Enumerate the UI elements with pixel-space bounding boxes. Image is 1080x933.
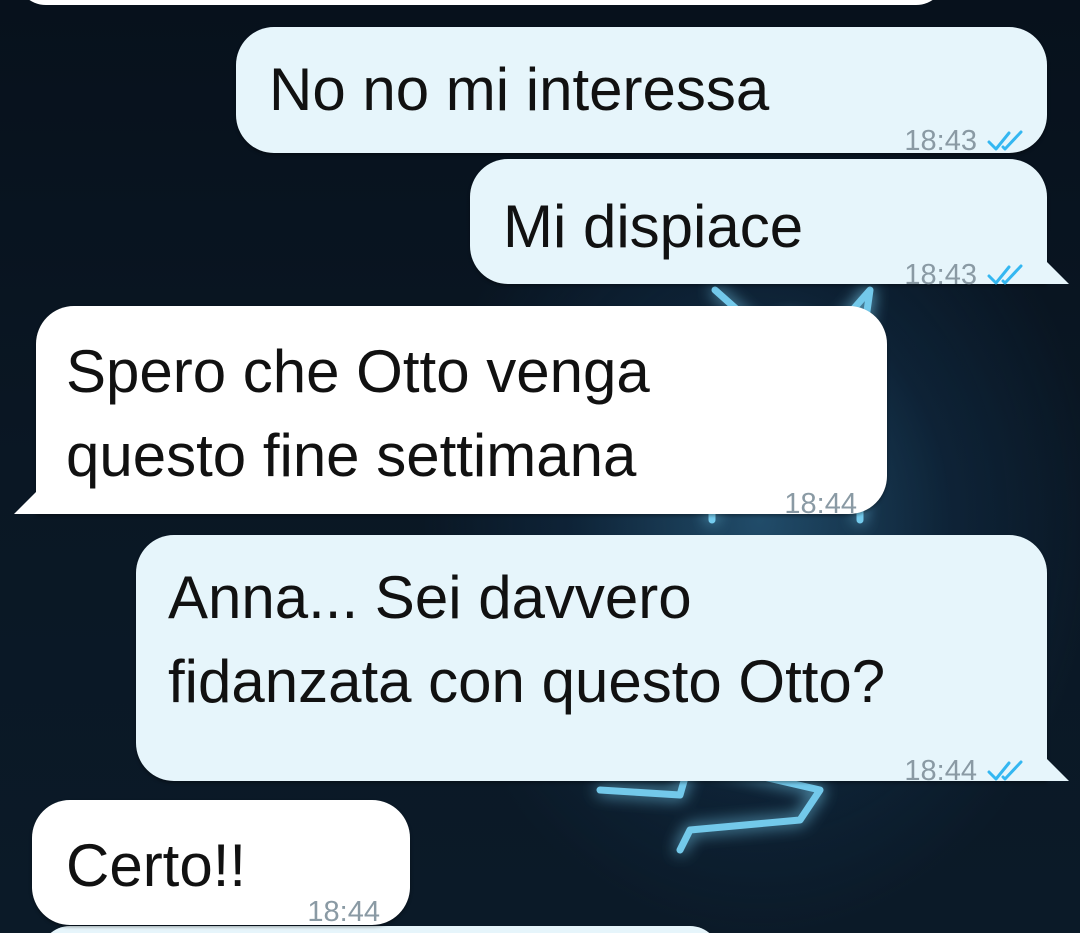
message-meta: 18:44 — [784, 468, 857, 540]
bubble-tail — [1047, 759, 1069, 781]
bubble-tail — [14, 492, 36, 514]
message-text-line: fidanzata con questo Otto? — [168, 648, 886, 715]
previous-message-bubble-partial — [16, 0, 946, 5]
message-bubble-incoming[interactable]: Spero che Otto venga questo fine settima… — [36, 306, 887, 520]
message-text-line: Spero che Otto venga — [66, 338, 650, 405]
next-message-bubble-partial — [40, 926, 720, 933]
double-check-icon — [987, 760, 1023, 781]
message-text-line: Anna... Sei davvero — [168, 564, 692, 631]
message-meta: 18:44 — [307, 876, 380, 933]
message-meta: 18:44 — [904, 735, 1027, 807]
message-text: No no mi interessa — [269, 56, 770, 123]
message-bubble-outgoing[interactable]: Anna... Sei davvero fidanzata con questo… — [136, 535, 1047, 787]
bubble-tail — [1047, 262, 1069, 284]
message-meta: 18:43 — [904, 239, 1027, 311]
double-check-icon — [987, 264, 1023, 285]
message-time: 18:44 — [307, 896, 380, 928]
message-bubble-outgoing[interactable]: Mi dispiace 18:43 — [470, 159, 1047, 291]
message-text: Certo!! — [66, 832, 247, 899]
message-text-line: questo fine settimana — [66, 422, 637, 489]
message-time: 18:44 — [904, 755, 977, 787]
message-bubble-incoming[interactable]: Certo!! 18:44 — [32, 800, 410, 928]
message-time: 18:44 — [784, 488, 857, 520]
double-check-icon — [987, 130, 1023, 151]
message-time: 18:43 — [904, 259, 977, 291]
message-text: Mi dispiace — [503, 193, 804, 260]
message-bubble-outgoing[interactable]: No no mi interessa 18:43 — [236, 27, 1047, 157]
